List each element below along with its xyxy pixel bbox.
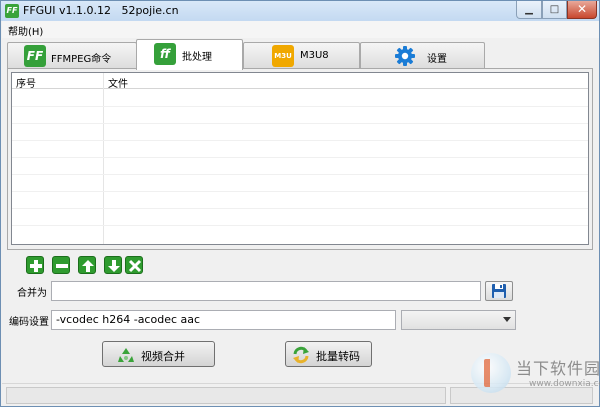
tab-label: M3U8 xyxy=(300,50,329,61)
tab-label: 批处理 xyxy=(182,52,212,63)
merge-label: 合并为 xyxy=(17,288,47,299)
maximize-icon: □ xyxy=(549,4,560,15)
status-segment xyxy=(6,387,446,404)
save-path-button[interactable] xyxy=(485,281,513,301)
add-file-button[interactable] xyxy=(26,256,44,274)
title-bar[interactable]: FF FFGUI v1.1.0.12 52pojie.cn ▁ □ ✕ xyxy=(1,1,599,21)
clear-icon xyxy=(128,259,142,273)
chevron-down-icon xyxy=(503,317,511,322)
column-header-index[interactable]: 序号 xyxy=(16,75,36,90)
watermark-mark xyxy=(484,359,498,387)
merge-output-input[interactable] xyxy=(51,281,481,301)
merge-video-button[interactable]: 视频合并 xyxy=(102,341,215,367)
batch-convert-button[interactable]: 批量转码 xyxy=(285,341,372,367)
tab-label: FFMPEG命令 xyxy=(51,54,112,65)
minimize-icon: ▁ xyxy=(525,4,533,15)
close-button[interactable]: ✕ xyxy=(567,1,597,19)
close-icon: ✕ xyxy=(576,2,588,16)
merge-video-label: 视频合并 xyxy=(141,350,185,363)
refresh-icon xyxy=(293,346,309,364)
row-divider xyxy=(12,208,588,209)
remove-icon xyxy=(56,264,68,268)
watermark-logo-icon xyxy=(471,353,511,393)
ff-logo-icon: FF xyxy=(24,45,46,67)
minimize-button[interactable]: ▁ xyxy=(516,1,542,19)
tab-label: 设置 xyxy=(427,54,447,65)
row-divider xyxy=(12,106,588,107)
column-separator xyxy=(103,73,104,244)
app-window: FF FFGUI v1.1.0.12 52pojie.cn ▁ □ ✕ 帮助(H… xyxy=(0,0,600,407)
ff-logo-icon: ff xyxy=(154,43,176,65)
file-list[interactable]: 序号 文件 xyxy=(11,72,589,245)
menu-bar: 帮助(H) xyxy=(2,21,599,38)
encode-settings-label: 编码设置 xyxy=(9,317,49,328)
batch-convert-label: 批量转码 xyxy=(316,350,360,363)
move-up-button[interactable] xyxy=(78,256,96,274)
add-icon xyxy=(30,260,42,272)
tab-m3u8[interactable]: M3U M3U8 xyxy=(243,42,360,69)
move-up-icon xyxy=(82,260,94,272)
row-divider xyxy=(12,174,588,175)
row-divider xyxy=(12,191,588,192)
tab-ffmpeg-command[interactable]: FF FFMPEG命令 xyxy=(7,42,137,69)
recycle-icon xyxy=(118,348,134,362)
menu-help[interactable]: 帮助(H) xyxy=(8,23,43,38)
watermark-text: 当下软件园 xyxy=(516,359,600,378)
save-icon xyxy=(492,284,506,298)
m3u-icon: M3U xyxy=(272,45,294,67)
encode-settings-input[interactable]: -vcodec h264 -acodec aac xyxy=(51,310,396,330)
site-watermark: 当下软件园 www.downxia.com xyxy=(471,353,600,405)
batch-panel: 序号 文件 xyxy=(7,68,593,250)
tab-settings[interactable]: 设置 xyxy=(360,42,485,69)
row-divider xyxy=(12,157,588,158)
column-header-file[interactable]: 文件 xyxy=(108,75,128,90)
move-down-button[interactable] xyxy=(104,256,122,274)
maximize-button[interactable]: □ xyxy=(542,1,567,19)
tab-batch[interactable]: ff 批处理 xyxy=(136,39,243,70)
row-divider xyxy=(12,140,588,141)
move-down-icon xyxy=(108,260,120,272)
clear-list-button[interactable] xyxy=(125,256,143,274)
encode-preset-select[interactable] xyxy=(401,310,516,330)
window-title: FFGUI v1.1.0.12 52pojie.cn xyxy=(23,4,179,17)
gear-icon xyxy=(394,45,416,67)
watermark-url: www.downxia.com xyxy=(529,379,600,389)
remove-file-button[interactable] xyxy=(52,256,70,274)
list-header: 序号 文件 xyxy=(12,73,588,90)
app-logo-icon: FF xyxy=(5,4,19,18)
tab-strip: FF FFMPEG命令 ff 批处理 M3U M3U8 设置 xyxy=(7,39,593,70)
row-divider xyxy=(12,123,588,124)
row-divider xyxy=(12,225,588,226)
